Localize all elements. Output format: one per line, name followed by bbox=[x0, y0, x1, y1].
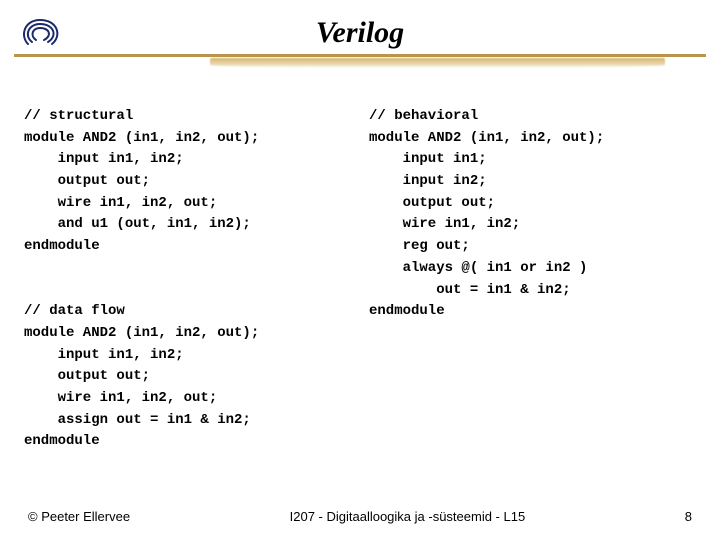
swirl-logo bbox=[18, 14, 66, 55]
footer-author: © Peeter Ellervee bbox=[28, 509, 130, 524]
content-columns: // structural module AND2 (in1, in2, out… bbox=[0, 78, 720, 453]
footer-course: I207 - Digitaalloogika ja -süsteemid - L… bbox=[130, 509, 685, 524]
footer-page-number: 8 bbox=[685, 509, 692, 524]
left-column: // structural module AND2 (in1, in2, out… bbox=[24, 106, 351, 453]
code-behavioral: // behavioral module AND2 (in1, in2, out… bbox=[369, 108, 604, 319]
right-column: // behavioral module AND2 (in1, in2, out… bbox=[351, 106, 696, 453]
footer: © Peeter Ellervee I207 - Digitaalloogika… bbox=[0, 509, 720, 524]
page-title: Verilog bbox=[0, 0, 720, 50]
title-underline bbox=[0, 54, 720, 78]
code-dataflow: // data flow module AND2 (in1, in2, out)… bbox=[24, 303, 259, 449]
code-structural: // structural module AND2 (in1, in2, out… bbox=[24, 108, 259, 254]
